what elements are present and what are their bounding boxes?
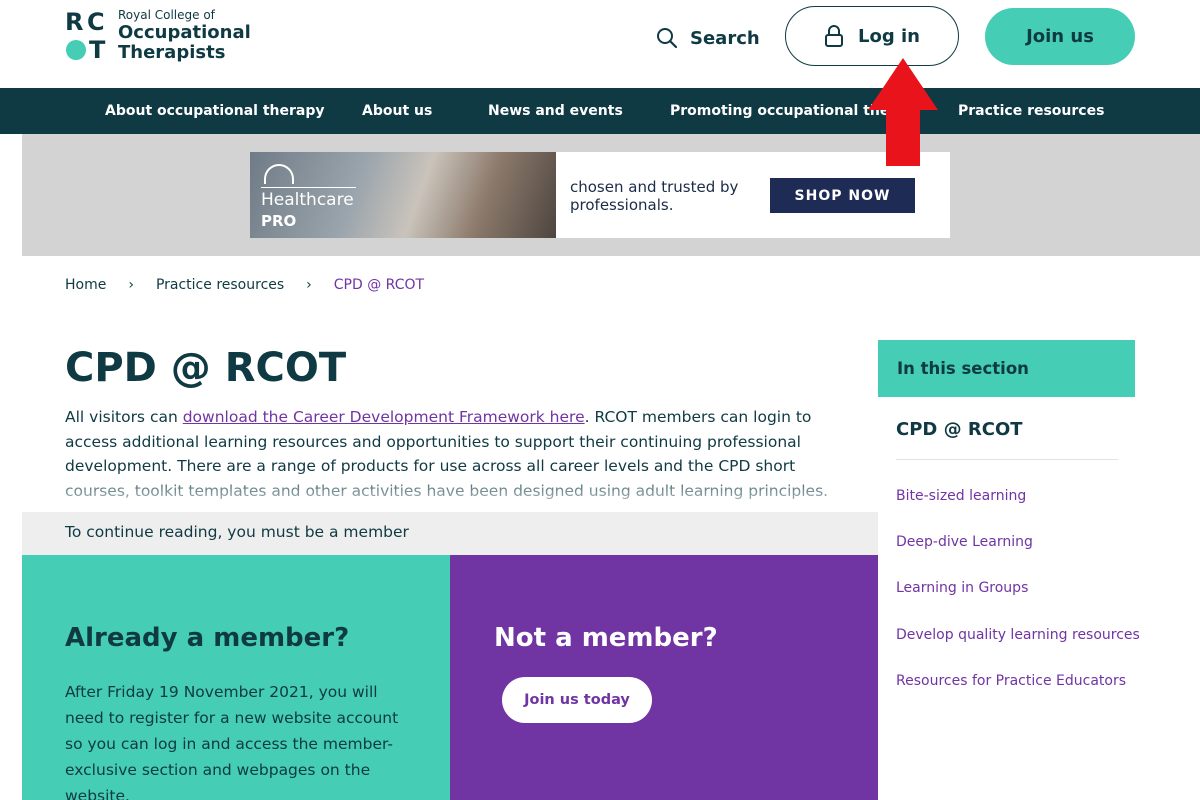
nav-item-about-us[interactable]: About us (362, 88, 432, 134)
nav-item-practice-resources[interactable]: Practice resources (958, 88, 1104, 134)
join-us-label: Join us (1026, 26, 1094, 47)
main-nav: About occupational therapy About us News… (0, 88, 1200, 134)
logo-line-1: Royal College of (118, 8, 215, 22)
sidebar-link-practice-educators[interactable]: Resources for Practice Educators (896, 673, 1126, 689)
sidebar-divider (896, 459, 1118, 460)
chevron-right-icon: › (128, 277, 134, 293)
intro-fade-overlay (22, 470, 878, 512)
logo-letter-c: C (87, 8, 105, 36)
site-header: R C T Royal College of Occupational Ther… (0, 0, 1200, 88)
sidebar-link-quality-resources[interactable]: Develop quality learning resources (896, 627, 1140, 643)
sidebar-heading-box: In this section (878, 340, 1135, 397)
nav-item-news-events[interactable]: News and events (488, 88, 623, 134)
lock-icon (825, 25, 843, 47)
logo-line-3: Therapists (118, 42, 226, 63)
shop-now-button[interactable]: SHOP NOW (770, 178, 915, 213)
already-member-text: After Friday 19 November 2021, you will … (65, 683, 399, 800)
search-button[interactable]: Search (656, 24, 760, 52)
ad-brand-line-1: Healthcare (261, 190, 354, 210)
ad-tagline: chosen and trusted by professionals. (570, 178, 739, 214)
nav-item-about-ot[interactable]: About occupational therapy (105, 88, 325, 134)
sidebar-heading: In this section (897, 359, 1029, 378)
career-framework-link[interactable]: download the Career Development Framewor… (183, 408, 585, 426)
logo-mark: R C T (65, 10, 111, 62)
ad-brand-divider (261, 187, 356, 188)
chevron-right-icon: › (306, 277, 312, 293)
breadcrumb-current: CPD @ RCOT (333, 277, 425, 293)
logo-text: Royal College of Occupational Therapists (118, 8, 251, 63)
healthcare-pro-ad[interactable]: Healthcare PRO chosen and trusted by pro… (250, 152, 950, 238)
join-us-button[interactable]: Join us (985, 8, 1135, 65)
not-member-panel: Not a member? Join us today (450, 555, 878, 800)
logo-letter-t: T (89, 36, 106, 64)
sidebar-link-groups[interactable]: Learning in Groups (896, 580, 1028, 596)
login-label: Log in (858, 25, 920, 47)
already-member-panel: Already a member? After Friday 19 Novemb… (22, 555, 450, 800)
login-button[interactable]: Log in (785, 6, 959, 66)
sidebar-current-page[interactable]: CPD @ RCOT (896, 419, 1023, 440)
ad-banner-area: Healthcare PRO chosen and trusted by pro… (22, 134, 1200, 256)
search-label: Search (690, 27, 760, 49)
breadcrumb-home[interactable]: Home (65, 277, 106, 293)
ad-photo: Healthcare PRO (250, 152, 556, 238)
logo-letter-r: R (65, 8, 84, 36)
continue-reading-text: To continue reading, you must be a membe… (65, 523, 409, 541)
rcot-logo[interactable]: R C T Royal College of Occupational Ther… (65, 8, 255, 64)
ad-brand-line-2: PRO (261, 212, 297, 230)
breadcrumb: Home › Practice resources › CPD @ RCOT (65, 275, 424, 295)
page-title: CPD @ RCOT (65, 345, 347, 391)
logo-line-2: Occupational (118, 22, 251, 43)
already-member-title: Already a member? (65, 623, 350, 653)
red-arrow-annotation-icon (868, 58, 938, 166)
join-us-today-button[interactable]: Join us today (502, 677, 652, 723)
paywall-bar: To continue reading, you must be a membe… (22, 512, 878, 555)
logo-dot (66, 40, 86, 60)
sidebar-link-bite-sized[interactable]: Bite-sized learning (896, 488, 1026, 504)
sidebar-link-deep-dive[interactable]: Deep-dive Learning (896, 534, 1033, 550)
intro-prefix: All visitors can (65, 408, 183, 426)
healthcare-pro-logo-icon (264, 164, 294, 184)
search-icon (657, 28, 678, 49)
breadcrumb-practice-resources[interactable]: Practice resources (156, 277, 284, 293)
not-member-title: Not a member? (494, 623, 718, 653)
